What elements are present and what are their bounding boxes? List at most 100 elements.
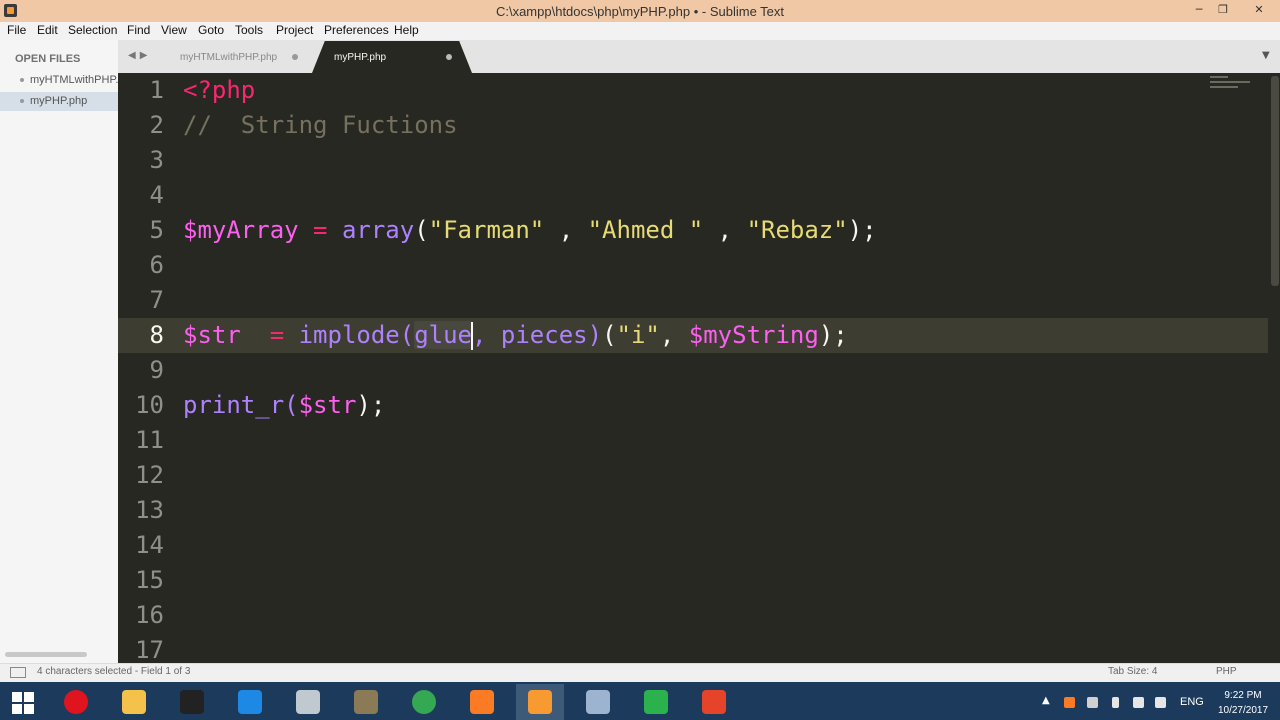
recorder-icon [702,690,726,714]
tab-dirty-icon[interactable] [446,54,452,60]
taskbar-app-app-dark[interactable] [168,684,216,720]
tab-dropdown-icon[interactable]: ▼ [1262,50,1270,61]
clock-time: 9:22 PM [1224,690,1262,701]
battery-icon[interactable] [1112,697,1119,708]
start-button[interactable] [0,684,48,720]
language-indicator[interactable]: ENG [1180,696,1204,708]
file-dot-icon [20,78,24,82]
tab-close-icon[interactable] [292,54,298,60]
code-variable: $str [183,321,241,349]
line-number: 4 [149,181,164,209]
line-number: 6 [149,251,164,279]
taskbar-app-opera[interactable] [52,684,100,720]
taskbar-app-file-explorer[interactable] [110,684,158,720]
sidebar-file-myhtmlwithphp[interactable]: myHTMLwithPHP.php [0,71,118,90]
menu-project[interactable]: Project [276,23,313,37]
clock-date: 10/27/2017 [1217,705,1269,716]
line-number: 15 [135,566,164,594]
code-string: "Rebaz" [746,216,848,244]
taskbar-app-control-panel[interactable] [574,684,622,720]
status-message: 4 characters selected - Field 1 of 3 [37,666,191,677]
menu-selection[interactable]: Selection [68,23,117,37]
file-explorer-icon [122,690,146,714]
minimap[interactable] [1210,76,1255,90]
app-dark-icon [180,690,204,714]
close-button[interactable]: ✕ [1244,0,1274,22]
tray-overflow-icon[interactable]: ▲ [1042,695,1050,706]
code-punct: ( [602,321,617,349]
outlook-icon [238,690,262,714]
network-error-icon[interactable] [1087,697,1098,708]
code-punct: ( [414,216,429,244]
code-line: 6 [118,248,1268,283]
code-punct: , [659,321,689,349]
tool-icon [296,690,320,714]
xampp-icon [470,690,494,714]
code-variable: $myArray [183,216,299,244]
panel-toggle-icon[interactable] [10,667,26,678]
clock[interactable]: 9:22 PM 10/27/2017 [1212,688,1274,718]
code-line: 9 [118,353,1268,388]
code-line: 13 [118,493,1268,528]
code-editor[interactable]: 1 <?php 2 // String Fuctions 3 4 5 $myAr… [118,73,1280,663]
selected-placeholder[interactable]: glue [414,321,472,349]
tab-label: myHTMLwithPHP.php [180,52,278,63]
code-function: implode [298,321,400,349]
taskbar-app-sublime-text[interactable] [516,684,564,720]
code-line: 7 [118,283,1268,318]
code-text: <?php [183,73,255,108]
code-variable: $myString [688,321,819,349]
code-line-active: 8 $str = implode(glue, pieces)("i", $myS… [118,318,1268,353]
taskbar-app-tool[interactable] [284,684,332,720]
taskbar-app-chrome[interactable] [400,684,448,720]
tab-myphp[interactable]: myPHP.php [312,41,472,73]
menu-edit[interactable]: Edit [37,23,58,37]
chrome-icon [412,690,436,714]
menu-find[interactable]: Find [127,23,150,37]
restore-button[interactable]: ❐ [1208,0,1238,22]
code-variable: $str [298,391,357,419]
code-comment: // String Fuctions [183,111,458,139]
tab-size-indicator[interactable]: Tab Size: 4 [1108,666,1157,677]
sidebar-file-myphp[interactable]: myPHP.php [0,92,118,111]
line-number: 10 [135,391,164,419]
php-open-tag: <?php [183,76,256,104]
editor-scrollbar-thumb[interactable] [1271,76,1279,286]
code-string: "Farman" [428,216,545,244]
camtasia-icon [644,690,668,714]
syntax-indicator[interactable]: PHP [1216,666,1237,677]
line-number: 1 [149,76,164,104]
code-punct: ); [356,391,386,419]
sidebar-scrollbar[interactable] [5,652,87,657]
menu-goto[interactable]: Goto [198,23,224,37]
menu-tools[interactable]: Tools [235,23,263,37]
menu-help[interactable]: Help [394,23,419,37]
taskbar-app-xampp[interactable] [458,684,506,720]
code-string: "i" [616,321,660,349]
menu-view[interactable]: View [161,23,187,37]
opera-icon [64,690,88,714]
menu-preferences[interactable]: Preferences [324,23,389,37]
line-number: 7 [149,286,164,314]
menu-file[interactable]: File [7,23,26,37]
taskbar-app-gimp[interactable] [342,684,390,720]
code-punct: ( [399,321,415,349]
tab-nav-arrows-icon[interactable]: ◀▶ [128,50,151,61]
code-line: 2 // String Fuctions [118,108,1268,143]
snippet-placeholder[interactable]: pieces [501,321,588,349]
code-line: 4 [118,178,1268,213]
taskbar-app-recorder[interactable] [690,684,738,720]
taskbar-app-outlook[interactable] [226,684,274,720]
taskbar-app-camtasia[interactable] [632,684,680,720]
file-dot-icon [20,99,24,103]
line-number: 9 [149,356,164,384]
code-operator: = [240,321,299,349]
code-punct: ); [818,321,848,349]
xampp-tray-icon[interactable] [1064,697,1075,708]
wifi-icon[interactable] [1133,697,1144,708]
code-line: 17 [118,633,1268,663]
status-bar [0,663,1280,682]
volume-icon[interactable] [1155,697,1166,708]
code-line: 15 [118,563,1268,598]
tab-myhtmlwithphp[interactable]: myHTMLwithPHP.php [162,41,312,73]
